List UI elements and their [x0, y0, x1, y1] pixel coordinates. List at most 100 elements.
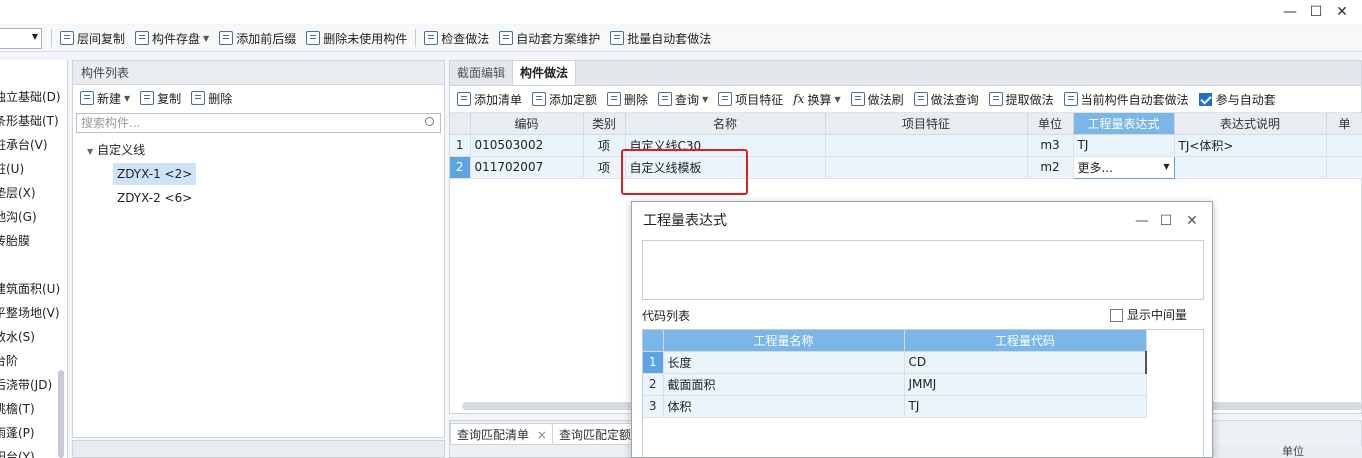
add-quota-button[interactable]: 添加定额	[527, 88, 602, 110]
cell-type[interactable]: 项	[583, 134, 626, 157]
cell-quantity-code[interactable]: CD	[904, 351, 1147, 374]
col-header-expression[interactable]: 工程量表达式	[1073, 113, 1175, 135]
cell-quantity-name[interactable]: 体积	[663, 395, 905, 418]
nav-item[interactable]: 条形基础(T)	[0, 109, 67, 133]
show-intermediate-checkbox[interactable]: 显示中间量	[1109, 306, 1187, 323]
col-header-expression-desc[interactable]: 表达式说明	[1174, 113, 1327, 135]
nav-item[interactable]: 地沟(G)	[0, 205, 67, 229]
delete-component-button[interactable]: 删除	[186, 87, 237, 109]
cell-quantity-code[interactable]: JMMJ	[904, 373, 1147, 396]
col-header-code[interactable]: 编码	[470, 113, 584, 135]
nav-item[interactable]: 后浇带(JD)	[0, 373, 67, 397]
nav-item[interactable]: 砖胎膜	[0, 229, 67, 253]
expression-textarea[interactable]	[642, 240, 1204, 300]
close-icon[interactable]: ✕	[1182, 211, 1202, 231]
col-header-quantity-name[interactable]: 工程量名称	[663, 330, 905, 352]
copy-component-button[interactable]: 复制	[135, 87, 186, 109]
left-nav-scrollbar[interactable]	[58, 370, 64, 458]
tab-component-method[interactable]: 构件做法	[512, 61, 577, 85]
check-method-button[interactable]: 检查做法	[419, 27, 494, 49]
table-row[interactable]: 1 长度 CD	[643, 351, 1147, 374]
nav-item[interactable]: 散水(S)	[0, 325, 67, 349]
minimize-icon[interactable]: —	[1132, 211, 1152, 231]
col-header-unit[interactable]: 单位	[1027, 113, 1074, 135]
col-header-name[interactable]: 名称	[625, 113, 826, 135]
cell-unit[interactable]: m2	[1027, 156, 1074, 179]
nav-item[interactable]: 独立基础(D)	[0, 85, 67, 109]
table-row[interactable]: 2 截面面积 JMMJ	[643, 373, 1147, 396]
auto-scheme-button[interactable]: 自动套方案维护	[494, 27, 605, 49]
cell-unit[interactable]: m3	[1027, 134, 1074, 157]
row-number[interactable]: 2	[450, 156, 471, 179]
nav-item[interactable]: 台阶	[0, 349, 67, 373]
checkbox-unchecked-icon[interactable]	[1109, 309, 1123, 322]
chevron-down-icon[interactable]: ▼	[1163, 162, 1169, 171]
component-search-input[interactable]: 搜索构件...	[76, 113, 441, 133]
batch-auto-button[interactable]: 批量自动套做法	[605, 27, 716, 49]
col-header-unit-price[interactable]: 单	[1326, 113, 1362, 135]
cell-code[interactable]: 011702007	[470, 156, 584, 179]
col-header-quantity-code[interactable]: 工程量代码	[904, 330, 1147, 352]
table-row[interactable]: 1 010503002 项 自定义线C30 m3 TJ TJ<体积>	[450, 134, 1362, 157]
cell-unit-price[interactable]	[1326, 156, 1362, 179]
expression-dropdown[interactable]: 更多... ▼	[1072, 155, 1175, 179]
delete-unused-button[interactable]: 删除未使用构件	[301, 27, 412, 49]
method-query-button[interactable]: 做法查询	[909, 88, 984, 110]
auto-match-current-button[interactable]: 当前构件自动套做法	[1059, 88, 1194, 110]
close-icon[interactable]: ×	[537, 428, 547, 442]
row-number[interactable]: 1	[643, 351, 664, 374]
nav-item[interactable]: 雨蓬(P)	[0, 421, 67, 445]
minimize-button[interactable]: —	[1278, 2, 1302, 22]
participate-auto-checkbox[interactable]: 参与自动套	[1194, 88, 1281, 110]
close-button[interactable]: ✕	[1330, 2, 1354, 22]
delete-row-button[interactable]: 删除	[602, 88, 653, 110]
cell-quantity-name[interactable]: 长度	[663, 351, 905, 374]
table-row[interactable]: 3 体积 TJ	[643, 395, 1147, 418]
nav-item[interactable]: 桩(U)	[0, 157, 67, 181]
convert-button[interactable]: fx 换算 ▼	[788, 88, 845, 110]
nav-item[interactable]: 挑檐(T)	[0, 397, 67, 421]
cell-features[interactable]	[825, 156, 1028, 179]
tab-query-match-quota[interactable]: 查询匹配定额	[552, 423, 639, 445]
tab-section-edit[interactable]: 截面编辑	[450, 61, 512, 85]
tree-root-node[interactable]: ▼ 自定义线	[73, 139, 444, 161]
new-component-button[interactable]: 新建 ▼	[75, 87, 135, 109]
row-number[interactable]: 3	[643, 395, 664, 418]
checkbox-checked-icon[interactable]	[1198, 92, 1212, 106]
cell-expression-desc[interactable]	[1174, 156, 1327, 179]
nav-item[interactable]: 垫层(X)	[0, 181, 67, 205]
col-header-type[interactable]: 类别	[583, 113, 626, 135]
add-prefix-suffix-button[interactable]: 添加前后缀	[214, 27, 301, 49]
item-features-button[interactable]: 项目特征	[713, 88, 788, 110]
cell-expression-desc[interactable]: TJ<体积>	[1174, 134, 1327, 157]
cell-expression[interactable]: TJ	[1073, 134, 1175, 157]
table-row[interactable]: 2 011702007 项 自定义线模板 m2 更多... ▼	[450, 155, 1362, 179]
cell-quantity-name[interactable]: 截面面积	[663, 373, 905, 396]
nav-item[interactable]: 桩承台(V)	[0, 133, 67, 157]
add-list-button[interactable]: 添加清单	[452, 88, 527, 110]
tree-child-item[interactable]: ZDYX-2 <6>	[113, 187, 196, 209]
search-icon[interactable]	[425, 117, 434, 126]
floor-combo[interactable]: ▼	[0, 27, 42, 49]
row-number[interactable]: 1	[450, 134, 471, 157]
caret-down-icon[interactable]: ▼	[87, 147, 93, 156]
extract-method-button[interactable]: 提取做法	[984, 88, 1059, 110]
nav-item[interactable]: 平整场地(V)	[0, 301, 67, 325]
maximize-icon[interactable]: ☐	[1156, 211, 1176, 231]
col-header-features[interactable]: 项目特征	[825, 113, 1028, 135]
query-button[interactable]: 查询 ▼	[653, 88, 713, 110]
floor-copy-button[interactable]: 层间复制	[55, 27, 130, 49]
cell-quantity-code[interactable]: TJ	[904, 395, 1147, 418]
cell-features[interactable]	[825, 134, 1028, 157]
maximize-button[interactable]: ☐	[1304, 2, 1328, 22]
cell-type[interactable]: 项	[583, 156, 626, 179]
nav-item[interactable]: 阳台(Y)	[0, 445, 67, 458]
cell-code[interactable]: 010503002	[470, 134, 584, 157]
component-save-button[interactable]: 构件存盘 ▼	[130, 27, 214, 49]
tab-query-match-list[interactable]: 查询匹配清单 ×	[450, 423, 554, 445]
nav-item[interactable]: 建筑面积(U)	[0, 277, 67, 301]
method-brush-button[interactable]: 做法刷	[846, 88, 909, 110]
cell-unit-price[interactable]	[1326, 134, 1362, 157]
row-number[interactable]: 2	[643, 373, 664, 396]
tree-child-item[interactable]: ZDYX-1 <2>	[113, 163, 197, 185]
